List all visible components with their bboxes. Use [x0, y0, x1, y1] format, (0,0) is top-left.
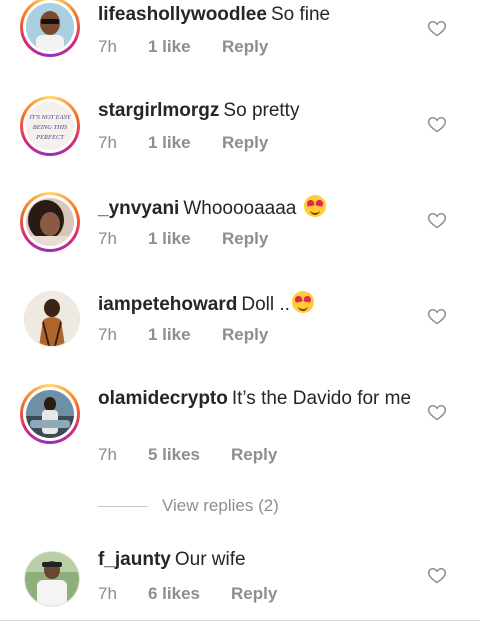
comment-text: Our wife	[174, 549, 246, 570]
avatar-image: IT'S NOT EASY BEING THIS PERFECT	[26, 102, 74, 150]
comment-text-block: _ynvyani Whooooaaaa	[98, 195, 418, 221]
avatar-image	[26, 198, 74, 246]
comment-meta: 7h 1 like Reply	[98, 325, 268, 345]
avatar-image	[25, 292, 79, 346]
comment-likes[interactable]: 1 like	[148, 133, 222, 153]
bottom-divider	[0, 620, 480, 621]
comment-likes[interactable]: 1 like	[148, 325, 222, 345]
avatar[interactable]	[20, 384, 80, 444]
avatar-image	[25, 552, 79, 606]
avatar[interactable]	[20, 192, 80, 252]
svg-text:PERFECT: PERFECT	[35, 134, 64, 141]
comment-text-block: stargirlmorgz So pretty	[98, 99, 418, 123]
reply-button[interactable]: Reply	[222, 37, 268, 57]
view-replies-button[interactable]: View replies (2)	[98, 496, 279, 516]
avatar-image	[26, 3, 74, 51]
avatar[interactable]	[20, 0, 80, 57]
heart-outline-icon[interactable]	[427, 210, 447, 230]
heart-outline-icon[interactable]	[427, 565, 447, 585]
comment-username[interactable]: _ynvyani	[98, 198, 179, 219]
comment-text: So pretty	[223, 100, 300, 121]
heart-outline-icon[interactable]	[427, 306, 447, 326]
comment-username[interactable]: olamidecrypto	[98, 388, 228, 409]
heart-eyes-emoji	[291, 291, 314, 313]
comment-text-block: f_jaunty Our wife	[98, 548, 418, 572]
comment-text: Whooooaaaa	[183, 198, 297, 219]
heart-outline-icon[interactable]	[427, 402, 447, 422]
comment-likes[interactable]: 5 likes	[148, 445, 231, 465]
reply-button[interactable]: Reply	[222, 133, 268, 153]
comment-time: 7h	[98, 325, 117, 344]
heart-outline-icon[interactable]	[427, 18, 447, 38]
comment-time: 7h	[98, 229, 117, 248]
svg-text:IT'S NOT EASY: IT'S NOT EASY	[28, 114, 71, 121]
comment-time: 7h	[98, 584, 117, 603]
comment-username[interactable]: stargirlmorgz	[98, 100, 219, 121]
reply-button[interactable]: Reply	[231, 445, 277, 465]
reply-button[interactable]: Reply	[222, 229, 268, 249]
comment-username[interactable]: iampetehoward	[98, 294, 237, 315]
comment-text: So fine	[270, 4, 331, 25]
reply-button[interactable]: Reply	[222, 325, 268, 345]
reply-button[interactable]: Reply	[231, 584, 277, 604]
comment-meta: 7h 1 like Reply	[98, 133, 268, 153]
avatar[interactable]: IT'S NOT EASY BEING THIS PERFECT	[20, 96, 80, 156]
comment-text-block: olamidecrypto It’s the Davido for me	[98, 387, 418, 411]
comment-text: It’s the Davido for me	[231, 388, 412, 409]
avatar[interactable]	[24, 291, 80, 347]
comment-username[interactable]: f_jaunty	[98, 549, 171, 570]
heart-eyes-emoji	[303, 195, 326, 217]
svg-text:BEING THIS: BEING THIS	[33, 124, 68, 131]
comment-meta: 7h 1 like Reply	[98, 37, 268, 57]
comment-meta: 7h 1 like Reply	[98, 229, 268, 249]
comment-likes[interactable]: 1 like	[148, 229, 222, 249]
comment-meta: 7h 5 likes Reply	[98, 445, 277, 465]
comment-text-block: iampetehoward Doll ..	[98, 291, 418, 317]
comment-text: Doll ..	[241, 294, 290, 315]
avatar-image	[26, 390, 74, 438]
comment-likes[interactable]: 6 likes	[148, 584, 231, 604]
heart-outline-icon[interactable]	[427, 114, 447, 134]
comment-time: 7h	[98, 133, 117, 152]
comment-time: 7h	[98, 445, 117, 464]
comment-time: 7h	[98, 37, 117, 56]
comment-meta: 7h 6 likes Reply	[98, 584, 277, 604]
comment-username[interactable]: lifeashollywoodlee	[98, 4, 267, 25]
comment-text-block: lifeashollywoodlee So fine	[98, 3, 418, 27]
view-replies-label: View replies (2)	[162, 496, 279, 515]
avatar[interactable]	[24, 551, 80, 607]
view-replies-divider	[98, 505, 148, 507]
comment-likes[interactable]: 1 like	[148, 37, 222, 57]
